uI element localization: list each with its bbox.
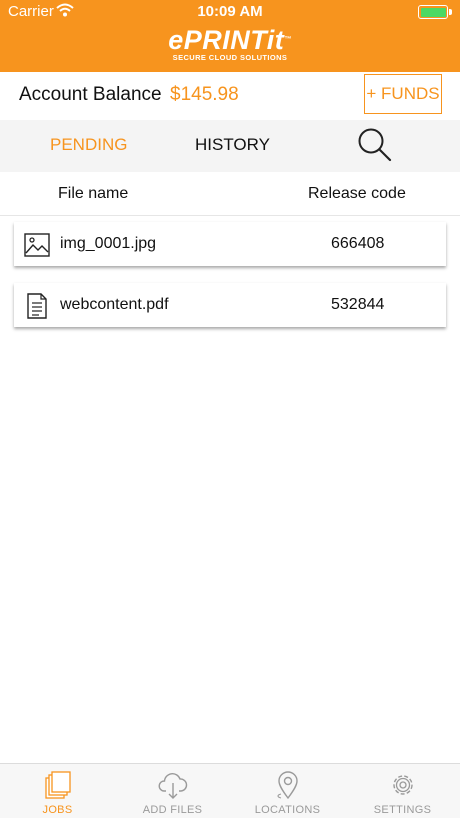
account-balance-row: Account Balance $145.98 + FUNDS [0,72,460,120]
cloud-download-icon [158,773,188,799]
document-file-icon [27,293,47,319]
job-tabs: PENDING HISTORY [0,120,460,172]
job-file-name: img_0001.jpg [60,235,157,252]
add-funds-button[interactable]: + FUNDS [364,74,442,114]
column-file-name: File name [58,185,129,202]
tabbar-item-locations[interactable]: LOCATIONS [230,764,345,818]
tabbar-label-jobs: JOBS [42,804,73,816]
tabbar-label-settings: SETTINGS [373,804,432,816]
app-logo: ePRINTit™ SECURE CLOUD SOLUTIONS [0,26,460,62]
logo-wordmark: ePRINTit [168,25,285,55]
column-release-code: Release code [308,185,406,202]
logo-tagline: SECURE CLOUD SOLUTIONS [172,53,288,62]
tabbar-label-locations: LOCATIONS [254,804,321,816]
tabbar-item-jobs[interactable]: JOBS [0,764,115,818]
search-icon[interactable] [356,126,394,164]
job-row[interactable]: img_0001.jpg 666408 [14,222,446,266]
job-table-header: File name Release code [0,172,460,216]
job-release-code: 666408 [331,235,385,252]
job-row[interactable]: webcontent.pdf 532844 [14,283,446,327]
tabbar-item-settings[interactable]: SETTINGS [345,764,460,818]
job-file-name: webcontent.pdf [60,296,169,313]
account-balance-amount: $145.98 [170,84,239,105]
jobs-icon [45,771,71,799]
status-bar: Carrier 10:09 AM [0,0,460,24]
app-header: Carrier 10:09 AM ePRINTit™ SECURE CLOUD … [0,0,460,72]
tabbar-item-add-files[interactable]: ADD FILES [115,764,230,818]
battery-icon [418,5,452,19]
job-release-code: 532844 [331,296,385,313]
logo-trademark: ™ [284,36,292,43]
tab-history[interactable]: HISTORY [195,135,270,155]
tab-pending[interactable]: PENDING [50,135,127,155]
tabbar-label-add-files: ADD FILES [142,804,203,816]
bottom-tab-bar: JOBS ADD FILES LOCATIONS SETTINGS [0,763,460,818]
image-file-icon [24,233,50,257]
location-pin-icon [277,771,298,800]
status-time: 10:09 AM [197,3,263,20]
gear-icon [393,775,413,795]
account-balance-label: Account Balance [19,84,162,105]
